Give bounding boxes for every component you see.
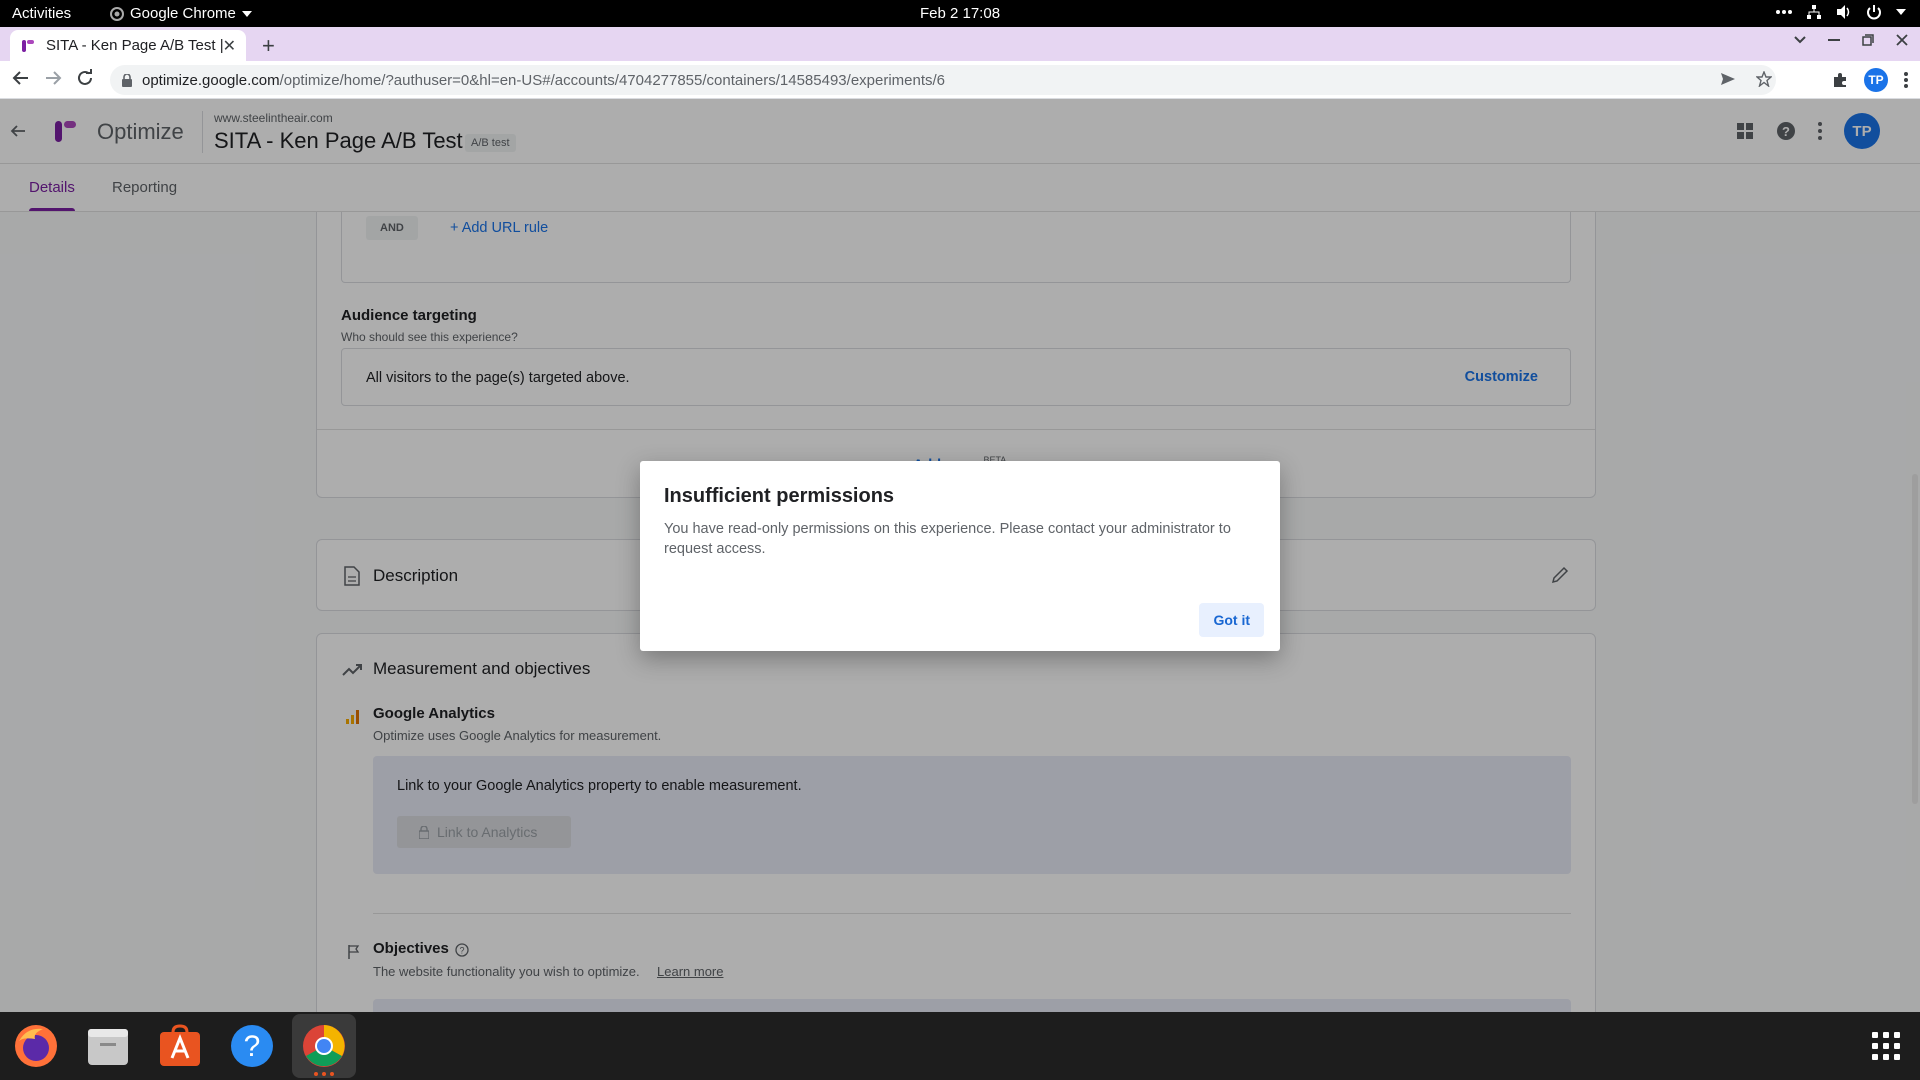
permissions-dialog: Insufficient permissions You have read-o…	[640, 461, 1280, 651]
chrome-icon[interactable]	[300, 1022, 348, 1070]
minimize-icon[interactable]	[1828, 39, 1840, 41]
reload-icon[interactable]	[76, 69, 94, 87]
dock: ?	[0, 1012, 1920, 1080]
dialog-body: You have read-only permissions on this e…	[664, 521, 1231, 557]
url-path: /optimize/home/?authuser=0&hl=en-US#/acc…	[279, 71, 946, 89]
tray-caret-icon[interactable]	[1896, 9, 1906, 15]
bookmark-star-icon[interactable]	[1756, 71, 1772, 87]
network-icon[interactable]	[1806, 4, 1822, 20]
svg-text:?: ?	[244, 1030, 261, 1063]
restore-icon[interactable]	[1862, 34, 1874, 46]
send-icon[interactable]	[1720, 71, 1736, 87]
url-host: optimize.google.com	[142, 71, 280, 89]
new-tab-icon[interactable]: +	[262, 33, 275, 59]
chrome-menu-icon[interactable]	[1904, 72, 1908, 88]
extensions-puzzle-icon[interactable]	[1832, 72, 1848, 88]
volume-icon[interactable]	[1836, 4, 1852, 20]
running-indicator	[314, 1072, 334, 1076]
tab-title: SITA - Ken Page A/B Test |	[46, 37, 223, 54]
activities-button[interactable]: Activities	[12, 5, 71, 22]
show-apps-icon[interactable]	[1872, 1032, 1900, 1060]
lock-icon[interactable]	[122, 73, 132, 87]
browser-tab[interactable]: SITA - Ken Page A/B Test | ✕	[10, 30, 246, 61]
system-tray[interactable]	[1776, 4, 1906, 20]
page-scrollbar[interactable]	[1910, 212, 1920, 1012]
chrome-small-icon	[110, 6, 124, 21]
profile-avatar[interactable]: TP	[1864, 68, 1888, 92]
window-controls	[1794, 34, 1908, 46]
toolbar-right: TP	[1832, 68, 1908, 92]
forward-arrow-icon[interactable]	[44, 69, 62, 87]
back-arrow-icon[interactable]	[12, 69, 30, 87]
help-app-icon[interactable]: ?	[228, 1022, 276, 1070]
scrollbar-thumb[interactable]	[1912, 474, 1918, 804]
power-icon[interactable]	[1866, 4, 1882, 20]
more-icon[interactable]	[1776, 10, 1792, 14]
system-top-bar: Activities Google Chrome Feb 2 17:08	[0, 0, 1920, 27]
firefox-icon[interactable]	[12, 1022, 60, 1070]
close-tab-icon[interactable]: ✕	[223, 36, 236, 56]
app-menu-label: Google Chrome	[130, 5, 236, 22]
optimize-favicon-icon	[22, 39, 34, 52]
browser-toolbar: optimize.google.com/optimize/home/?authu…	[0, 61, 1920, 99]
dialog-title: Insufficient permissions	[664, 485, 895, 507]
got-it-button[interactable]: Got it	[1199, 603, 1264, 637]
app-menu[interactable]: Google Chrome	[110, 5, 252, 22]
caret-down-icon	[241, 10, 252, 17]
tab-strip: SITA - Ken Page A/B Test | ✕ +	[0, 27, 1920, 61]
files-icon[interactable]	[84, 1022, 132, 1070]
address-bar[interactable]: optimize.google.com/optimize/home/?authu…	[110, 65, 1776, 95]
omnibox-actions	[1720, 71, 1772, 87]
software-center-icon[interactable]	[156, 1022, 204, 1070]
close-window-icon[interactable]	[1896, 34, 1908, 46]
clock[interactable]: Feb 2 17:08	[920, 5, 1000, 22]
tab-search-icon[interactable]	[1794, 36, 1806, 44]
